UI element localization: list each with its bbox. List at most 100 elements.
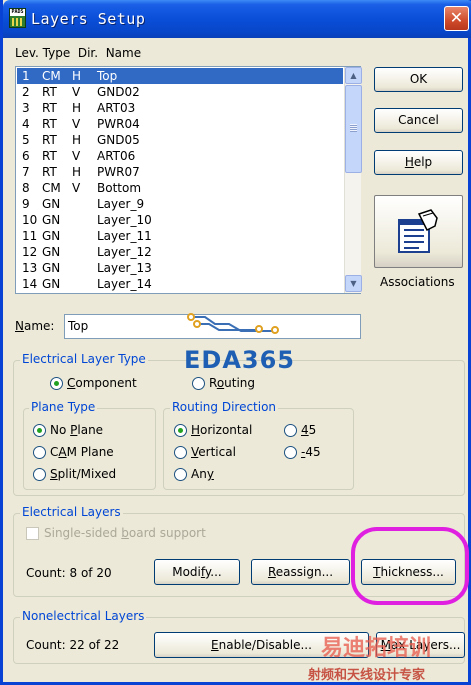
horizontal-radio[interactable] [174, 424, 187, 437]
close-button[interactable]: ✕ [444, 6, 469, 31]
layer-lev-cell: 9 [22, 197, 30, 211]
layer-list-row[interactable]: 2 RT V GND02 [17, 84, 343, 100]
layer-list-row[interactable]: 1 CM H Top [17, 68, 343, 84]
layer-name-cell: Layer_12 [97, 245, 152, 259]
no-plane-label: No Plane [50, 423, 104, 437]
layer-list-row[interactable]: 6 RT V ART06 [17, 148, 343, 164]
routing-label: Routing [209, 376, 256, 390]
scroll-down-icon[interactable]: ▼ [345, 275, 362, 292]
any-label: Any [191, 467, 214, 481]
layer-lev-cell: 2 [22, 85, 30, 99]
reassign-button[interactable]: Reassign... [251, 559, 350, 585]
layer-listbox[interactable]: 1 CM H Top 2 RT V GND02 3 RT H ART03 4 RT V PWR04 5 RT H GN… [15, 66, 362, 294]
thickness-highlight-ring [351, 527, 469, 605]
minus-45-radio[interactable] [284, 446, 297, 459]
layer-name-cell: ART06 [97, 149, 136, 163]
layer-dir-cell: H [72, 69, 82, 83]
single-sided-checkbox[interactable] [26, 527, 39, 540]
modify-button[interactable]: Modify... [154, 559, 240, 585]
layer-dir-cell: H [72, 165, 82, 179]
associations-button[interactable] [374, 195, 463, 268]
eda365-watermark: EDA365 [184, 346, 295, 374]
horizontal-label: Horizontal [191, 423, 253, 437]
cam-plane-label: CAM Plane [50, 445, 114, 459]
window-title: Layers Setup [31, 10, 146, 28]
layer-type-cell: RT [42, 149, 57, 163]
layer-list-header: Lev. Type Dir. Name [15, 46, 142, 60]
layer-type-cell: GN [42, 245, 61, 259]
layer-list-row[interactable]: 13 GN Layer_13 [17, 260, 343, 276]
split-mixed-radio[interactable] [33, 468, 46, 481]
layer-lev-cell: 14 [22, 277, 38, 291]
layer-list-rows: 1 CM H Top 2 RT V GND02 3 RT H ART03 4 RT V PWR04 5 RT H GN… [17, 68, 343, 292]
layer-lev-cell: 1 [22, 69, 30, 83]
layer-dir-cell: H [72, 133, 82, 147]
nonelectrical-layers-title: Nonelectrical Layers [20, 609, 147, 623]
layer-name-cell: ART03 [97, 101, 136, 115]
layer-type-cell: RT [42, 133, 57, 147]
layer-name-cell: Layer_9 [97, 197, 145, 211]
layer-name-cell: PWR07 [97, 165, 140, 179]
associations-icon [398, 209, 438, 253]
scroll-up-icon[interactable]: ▲ [345, 67, 362, 84]
cancel-button[interactable]: Cancel [374, 108, 463, 133]
eda365-logo-icon [187, 313, 279, 334]
single-sided-label: Single-sided board support [44, 526, 206, 540]
ok-button[interactable]: OK [374, 67, 463, 92]
routing-radio[interactable] [192, 377, 205, 390]
layer-lev-cell: 11 [22, 229, 38, 243]
45-radio[interactable] [284, 424, 297, 437]
layer-list-row[interactable]: 11 GN Layer_11 [17, 228, 343, 244]
layer-type-cell: CM [42, 181, 61, 195]
title-bar[interactable]: PADS Layers Setup ✕ [3, 0, 471, 38]
layer-list-row[interactable]: 3 RT H ART03 [17, 100, 343, 116]
layer-list-row[interactable]: 4 RT V PWR04 [17, 116, 343, 132]
layer-type-cell: CM [42, 69, 61, 83]
no-plane-radio[interactable] [33, 424, 46, 437]
layer-list-row[interactable]: 8 CM V Bottom [17, 180, 343, 196]
help-button[interactable]: Help [374, 150, 463, 175]
layer-list-row[interactable]: 12 GN Layer_12 [17, 244, 343, 260]
layer-name-cell: Layer_14 [97, 277, 152, 291]
layer-type-cell: RT [42, 165, 57, 179]
layer-type-cell: RT [42, 117, 57, 131]
layer-list-scrollbar[interactable]: ▲ ▼ [344, 67, 362, 293]
electrical-layers-title: Electrical Layers [20, 505, 123, 519]
layer-lev-cell: 6 [22, 149, 30, 163]
pads-app-icon: PADS [9, 8, 26, 28]
cn-watermark-bottom: 射频和天线设计专家 [308, 668, 426, 683]
layer-list-row[interactable]: 9 GN Layer_9 [17, 196, 343, 212]
layer-type-cell: GN [42, 197, 61, 211]
vertical-radio[interactable] [174, 446, 187, 459]
layer-lev-cell: 7 [22, 165, 30, 179]
component-radio[interactable] [50, 377, 63, 390]
layer-name-cell: GND05 [97, 133, 140, 147]
layer-dir-cell: V [72, 181, 81, 195]
layer-list-row[interactable]: 14 GN Layer_14 [17, 276, 343, 292]
any-radio[interactable] [174, 468, 187, 481]
layer-list-row[interactable]: 7 RT H PWR07 [17, 164, 343, 180]
layer-list-row[interactable]: 5 RT H GND05 [17, 132, 343, 148]
layer-type-cell: GN [42, 277, 61, 291]
layer-name-cell: Layer_13 [97, 261, 152, 275]
electrical-layer-type-title: Electrical Layer Type [20, 352, 148, 366]
routing-direction-title: Routing Direction [170, 400, 279, 414]
plane-type-title: Plane Type [29, 400, 98, 414]
layer-name-cell: Layer_11 [97, 229, 152, 243]
cn-watermark-top: 易迪拓培训 [321, 636, 432, 661]
layer-type-cell: GN [42, 261, 61, 275]
layer-dir-cell: V [72, 117, 81, 131]
layer-name-cell: Top [97, 69, 118, 83]
layer-type-cell: GN [42, 229, 61, 243]
layer-lev-cell: 12 [22, 245, 38, 259]
layers-setup-dialog: PADS Layers Setup ✕ Lev. Type Dir. Name … [0, 0, 471, 685]
scroll-thumb[interactable] [345, 85, 362, 173]
layer-list-row[interactable]: 10 GN Layer_10 [17, 212, 343, 228]
layer-lev-cell: 5 [22, 133, 30, 147]
layer-lev-cell: 13 [22, 261, 38, 275]
cam-plane-radio[interactable] [33, 446, 46, 459]
layer-name-cell: GND02 [97, 85, 140, 99]
layer-dir-cell: V [72, 85, 81, 99]
vertical-label: Vertical [191, 445, 236, 459]
layer-lev-cell: 10 [22, 213, 38, 227]
